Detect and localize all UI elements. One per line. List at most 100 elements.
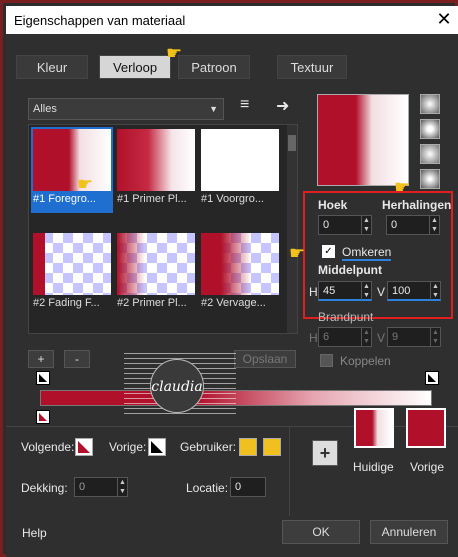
gebruiker-swatch-2[interactable] [263,438,281,456]
category-value: Alles [33,103,57,115]
add-gradient-button[interactable]: + [28,350,54,368]
middelpunt-h-value: 45 [323,285,336,297]
style-sunburst-icon[interactable] [420,144,440,164]
help-link[interactable]: Help [22,526,47,540]
gradient-thumb[interactable]: #2 Primer Pl... [115,231,197,317]
remove-gradient-button[interactable]: - [64,350,90,368]
spinner-dropdown-icon[interactable]: ▲ ▼ [117,478,127,496]
style-rect-icon[interactable] [420,119,440,139]
omkeren-checkbox[interactable]: ✓ [322,245,335,258]
hoek-input[interactable]: 0 ▲ ▼ [318,215,372,235]
gradient-thumb[interactable]: #2 Fading F... [31,231,113,317]
close-icon[interactable]: ✕ [434,10,454,30]
pointer-hand-icon: ☛ [289,243,306,263]
brandpunt-label: Brandpunt [318,310,374,324]
koppelen-label: Koppelen [340,354,391,368]
style-linear-icon[interactable] [420,94,440,114]
watermark-text: claudia [151,379,203,395]
vertical-separator [289,426,290,516]
middelpunt-v-input[interactable]: 100 ▲ ▼ [387,281,441,301]
brandpunt-v-label: V [377,331,386,345]
locatie-label: Locatie: [186,481,229,495]
ok-button[interactable]: OK [282,520,360,544]
brandpunt-h-label: H [309,331,318,345]
gradient-thumb[interactable]: #2 Vervage... [199,231,281,317]
huidige-label: Huidige [353,460,394,474]
dekking-input[interactable]: 0 ▲ ▼ [74,477,128,497]
hoek-label: Hoek [318,198,348,212]
chevron-down-icon: ▼ [209,104,218,114]
gradient-label: #1 Primer Pl... [117,193,187,205]
cancel-button[interactable]: Annuleren [370,520,448,544]
category-dropdown[interactable]: Alles ▼ [28,98,224,120]
tab-verloop[interactable]: Verloop [99,55,171,79]
v-label: V [377,285,386,299]
vorige-material-swatch[interactable] [406,408,446,448]
gradient-label: #2 Fading F... [33,297,100,309]
tab-kleur[interactable]: Kleur [16,55,88,79]
gradient-swatch [33,233,111,295]
brandpunt-h-input[interactable]: 6 ▲ ▼ [318,327,372,347]
gradient-label: #1 Voorgro... [201,193,264,205]
style-radial-icon[interactable] [420,169,440,189]
omkeren-label: Omkeren [342,245,392,261]
save-button[interactable]: Opslaan [234,350,296,368]
dekking-label: Dekking: [21,481,68,495]
gradient-swatch [201,129,279,191]
gradient-swatch [201,233,279,295]
title-bar: Eigenschappen van materiaal ✕ [6,6,458,34]
locatie-input[interactable]: 0 [230,477,266,497]
dekking-value: 0 [79,481,86,493]
gradient-editor-bar[interactable] [40,390,432,406]
start-marker-icon[interactable] [36,371,50,385]
pointer-hand-icon: ☛ [166,43,183,63]
tab-textuur[interactable]: Textuur [277,55,347,79]
gradient-gallery: #1 Foregro... #1 Primer Pl... #1 Voorgro… [28,124,298,334]
gradient-thumb[interactable]: #1 Foregro... [31,127,113,213]
spinner-arrows-icon[interactable]: ▲ ▼ [430,282,440,300]
middelpunt-h-input[interactable]: 45 ▲ ▼ [318,281,372,301]
window-title: Eigenschappen van materiaal [14,13,186,28]
arrow-right-icon[interactable]: ➜ [276,96,289,116]
volgende-label: Volgende: [21,440,75,454]
start-color-stop-icon[interactable] [36,410,50,424]
brandpunt-v-input[interactable]: 9 ▲ ▼ [387,327,441,347]
end-marker-icon[interactable] [425,371,439,385]
spinner-arrows-icon[interactable]: ▲ ▼ [429,216,439,234]
spinner-arrows-icon[interactable]: ▲ ▼ [430,328,440,346]
vorige-material-label: Vorige [410,460,445,474]
locatie-value: 0 [235,481,242,493]
add-to-swatches-button[interactable]: + [312,440,338,466]
brandpunt-h-value: 6 [323,331,330,343]
menu-icon[interactable]: ≡ [240,96,249,114]
scrollbar-thumb[interactable] [288,135,296,151]
watermark-logo: claudia [150,359,204,413]
gradient-thumb[interactable]: #1 Voorgro... [199,127,281,213]
brandpunt-v-value: 9 [392,331,399,343]
hoek-value: 0 [323,219,330,231]
spinner-arrows-icon[interactable]: ▲ ▼ [361,282,371,300]
h-label: H [309,285,318,299]
middelpunt-label: Middelpunt [318,263,382,277]
spinner-arrows-icon[interactable]: ▲ ▼ [361,216,371,234]
gradient-label: #1 Foregro... [33,193,96,205]
volgende-swatch[interactable] [75,438,93,456]
gradient-label: #2 Vervage... [201,297,266,309]
gradient-swatch [117,233,195,295]
vorige-gradient-swatch[interactable] [148,438,166,456]
tab-patroon[interactable]: Patroon [178,55,250,79]
gebruiker-label: Gebruiker: [180,440,237,454]
gebruiker-swatch-1[interactable] [239,438,257,456]
gallery-scrollbar[interactable] [287,125,297,333]
vorige-label: Vorige: [109,440,147,454]
gradient-swatch [117,129,195,191]
dialog-body: Kleur Verloop Patroon Textuur ☛ Alles ▼ … [6,34,458,557]
spinner-arrows-icon[interactable]: ▲ ▼ [361,328,371,346]
huidige-swatch[interactable] [354,408,394,448]
gradient-swatch [33,129,111,191]
gradient-preview[interactable] [317,94,409,186]
herhalingen-input[interactable]: 0 ▲ ▼ [386,215,440,235]
gradient-label: #2 Primer Pl... [117,297,187,309]
koppelen-checkbox[interactable] [320,354,333,367]
gradient-thumb[interactable]: #1 Primer Pl... [115,127,197,213]
